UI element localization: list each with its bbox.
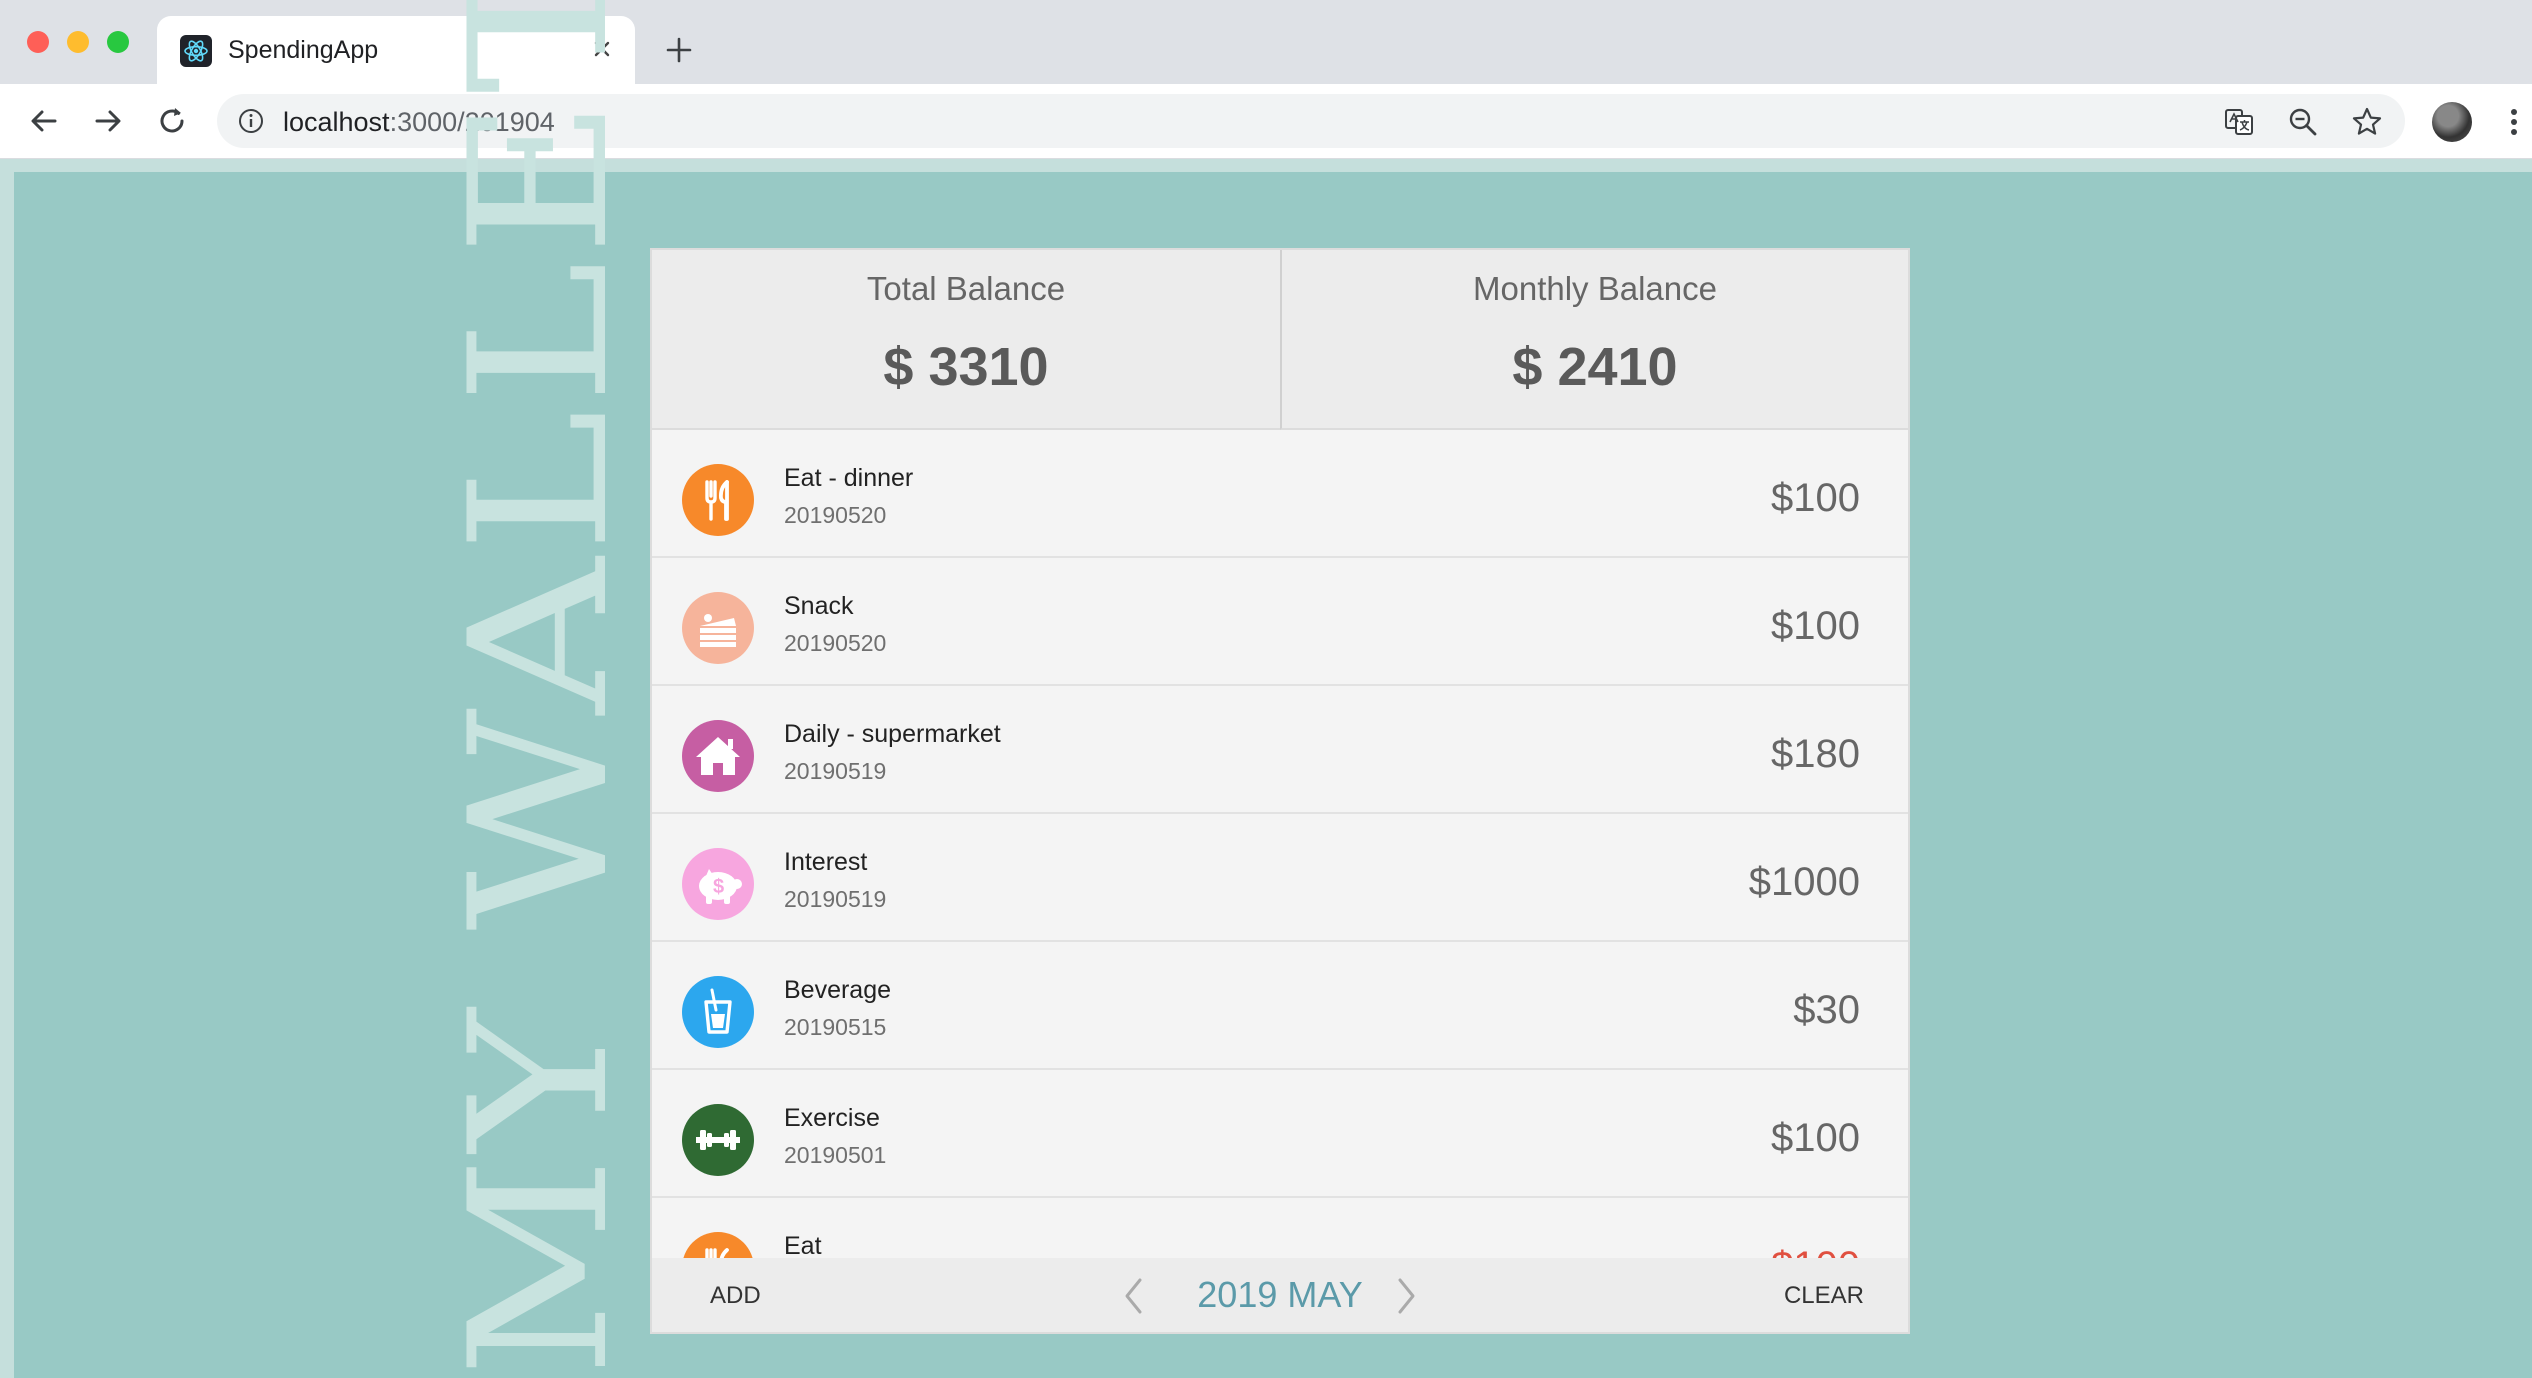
clear-button[interactable]: CLEAR — [1784, 1282, 1864, 1310]
back-arrow-icon[interactable] — [25, 102, 63, 140]
translate-icon[interactable] — [2223, 106, 2255, 138]
wallet-card: Total Balance $ 3310 Monthly Balance $ 2… — [650, 248, 1910, 1334]
monthly-balance: Monthly Balance $ 2410 — [1280, 250, 1908, 430]
transaction-row[interactable]: Daily - supermarket 20190519 $180 — [652, 686, 1908, 814]
new-tab-icon[interactable] — [661, 32, 697, 68]
profile-avatar[interactable] — [2432, 102, 2472, 142]
balance-summary: Total Balance $ 3310 Monthly Balance $ 2… — [652, 250, 1908, 430]
url-host: localhost — [283, 107, 390, 137]
cake-icon — [682, 592, 754, 664]
transaction-name: Daily - supermarket — [784, 720, 1001, 748]
next-month-icon[interactable] — [1392, 1276, 1422, 1316]
transaction-name: Exercise — [784, 1104, 880, 1132]
transaction-name: Eat — [784, 1232, 822, 1260]
transaction-amount: $100 — [1771, 1116, 1860, 1160]
react-logo-icon — [180, 35, 212, 67]
transaction-amount: $30 — [1793, 988, 1860, 1032]
drink-icon — [682, 976, 754, 1048]
house-icon — [682, 720, 754, 792]
transaction-amount: $100 — [1771, 476, 1860, 520]
total-balance: Total Balance $ 3310 — [652, 250, 1280, 430]
utensils-icon — [682, 464, 754, 536]
reload-icon[interactable] — [153, 102, 191, 140]
bookmark-star-icon[interactable] — [2351, 106, 2383, 138]
tab-title: SpendingApp — [228, 36, 379, 64]
transaction-row[interactable]: Exercise 20190501 $100 — [652, 1070, 1908, 1198]
transaction-name: Beverage — [784, 976, 892, 1004]
transaction-amount: $1000 — [1748, 860, 1860, 904]
transaction-row[interactable]: Beverage 20190515 $30 — [652, 942, 1908, 1070]
transaction-row[interactable]: $ Interest 20190519 $1000 — [652, 814, 1908, 942]
transaction-row[interactable]: Eat - dinner 20190520 $100 — [652, 430, 1908, 558]
zoom-out-icon[interactable] — [2287, 106, 2319, 138]
monthly-balance-value: $ 2410 — [1512, 337, 1678, 397]
info-icon[interactable] — [237, 107, 265, 135]
window-minimize-button[interactable] — [67, 31, 89, 53]
app-vertical-title: MY WALLET — [429, 0, 650, 1378]
total-balance-label: Total Balance — [866, 270, 1066, 307]
transaction-date: 20190501 — [784, 1142, 887, 1168]
browser-tab-bar: SpendingApp — [0, 0, 2532, 84]
transaction-list: Eat - dinner 20190520 $100 Snack 2019052… — [652, 430, 1908, 1326]
dumbbell-icon — [682, 1104, 754, 1176]
transaction-name: Interest — [784, 848, 868, 876]
transaction-amount: $100 — [1771, 604, 1860, 648]
transaction-row[interactable]: Snack 20190520 $100 — [652, 558, 1908, 686]
window-close-button[interactable] — [27, 31, 49, 53]
browser-toolbar: localhost:3000/201904 — [0, 84, 2532, 159]
transaction-date: 20190519 — [784, 758, 887, 784]
monthly-balance-label: Monthly Balance — [1473, 270, 1717, 307]
total-balance-value: $ 3310 — [883, 337, 1049, 397]
transaction-date: 20190515 — [784, 1014, 887, 1040]
more-menu-icon[interactable] — [2504, 104, 2524, 140]
transaction-name: Eat - dinner — [784, 464, 914, 492]
current-month-label: 2019 MAY — [1197, 1274, 1363, 1315]
transaction-amount: $180 — [1771, 732, 1860, 776]
forward-arrow-icon[interactable] — [89, 102, 127, 140]
transaction-name: Snack — [784, 592, 854, 620]
month-navigation-bar: ADD 2019 MAY CLEAR — [652, 1258, 1908, 1332]
window-maximize-button[interactable] — [107, 31, 129, 53]
transaction-date: 20190520 — [784, 630, 887, 656]
transaction-date: 20190519 — [784, 886, 887, 912]
piggy-bank-icon: $ — [682, 848, 754, 920]
svg-text:$: $ — [713, 876, 724, 898]
transaction-date: 20190520 — [784, 502, 887, 528]
